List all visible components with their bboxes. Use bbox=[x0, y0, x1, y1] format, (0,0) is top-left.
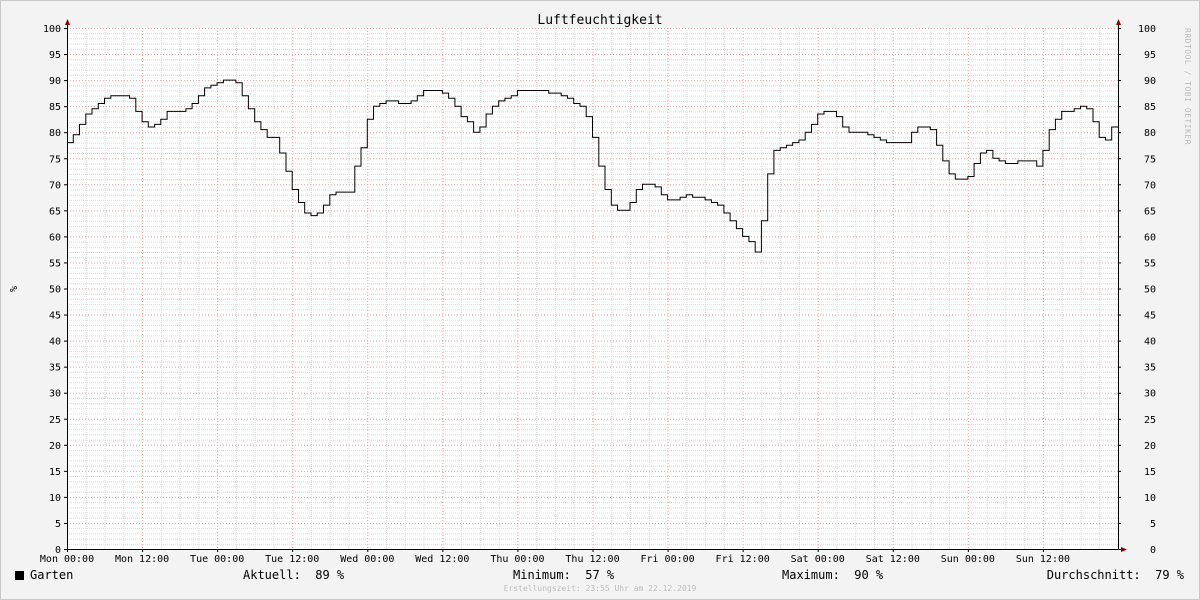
y-tick-label: 100 bbox=[43, 24, 61, 35]
y-tick-label: 50 bbox=[49, 285, 61, 296]
y-tick-label: 65 bbox=[1144, 206, 1156, 217]
legend-series-label: Garten bbox=[30, 568, 74, 582]
legend-swatch bbox=[15, 571, 24, 580]
y-tick-label: 20 bbox=[49, 441, 61, 452]
y-tick-label: 10 bbox=[1144, 493, 1156, 504]
legend-minimum: Minimum: 57 % bbox=[513, 568, 615, 582]
y-tick-label: 45 bbox=[49, 311, 61, 322]
y-tick-label: 40 bbox=[1144, 337, 1156, 348]
y-tick-label: 25 bbox=[49, 415, 61, 426]
y-tick-label: 60 bbox=[49, 232, 61, 243]
y-tick-label: 0 bbox=[1150, 545, 1156, 556]
y-tick-label: 100 bbox=[1138, 24, 1156, 35]
y-tick-label: 55 bbox=[49, 258, 61, 269]
x-tick-label: Tue 00:00 bbox=[190, 554, 244, 565]
y-tick-label: 90 bbox=[1144, 76, 1156, 87]
y-tick-label: 25 bbox=[1144, 415, 1156, 426]
y-tick-label: 15 bbox=[49, 467, 61, 478]
chart-title: Luftfeuchtigkeit bbox=[537, 13, 662, 28]
y-axis-title-left: % bbox=[7, 286, 18, 292]
y-tick-label: 35 bbox=[1144, 363, 1156, 374]
x-tick-label: Sat 00:00 bbox=[791, 554, 845, 565]
y-tick-label: 10 bbox=[49, 493, 61, 504]
y-tick-label: 35 bbox=[49, 363, 61, 374]
y-tick-label: 95 bbox=[1144, 50, 1156, 61]
rrdtool-watermark: RRDTOOL / TOBI OETIKER bbox=[1183, 28, 1192, 145]
x-tick-label: Sun 00:00 bbox=[941, 554, 995, 565]
x-tick-label: Tue 12:00 bbox=[265, 554, 319, 565]
y-tick-label: 95 bbox=[49, 50, 61, 61]
y-tick-label: 60 bbox=[1144, 232, 1156, 243]
y-tick-label: 90 bbox=[49, 76, 61, 87]
legend-average: Durchschnitt: 79 % bbox=[1046, 568, 1184, 582]
y-tick-label: 75 bbox=[49, 154, 61, 165]
x-tick-label: Mon 00:00 bbox=[40, 554, 94, 565]
y-tick-label: 70 bbox=[1144, 180, 1156, 191]
x-tick-label: Wed 12:00 bbox=[415, 554, 469, 565]
y-tick-label: 45 bbox=[1144, 311, 1156, 322]
x-tick-label: Sun 12:00 bbox=[1016, 554, 1070, 565]
y-tick-label: 80 bbox=[1144, 128, 1156, 139]
creation-timestamp: Erstellungszeit: 23:55 Uhr am 22.12.2019 bbox=[503, 584, 697, 593]
legend-maximum: Maximum: 90 % bbox=[782, 568, 884, 582]
x-axis-arrow bbox=[1121, 547, 1127, 552]
y-tick-label: 50 bbox=[1144, 285, 1156, 296]
y-tick-label: 20 bbox=[1144, 441, 1156, 452]
y-tick-label: 30 bbox=[1144, 389, 1156, 400]
x-tick-label: Fri 12:00 bbox=[716, 554, 770, 565]
humidity-chart: 0 5 10 15 20 25 30 35 40 45 50 55 60 65 70 75 80 85 90 95 10… bbox=[7, 13, 1156, 565]
y-tick-label: 70 bbox=[49, 180, 61, 191]
y-axis-labels-left: 0510152025303540455055606570758085909510… bbox=[43, 24, 61, 556]
x-tick-label: Sat 12:00 bbox=[866, 554, 920, 565]
x-tick-label: Wed 00:00 bbox=[340, 554, 394, 565]
x-tick-label: Thu 12:00 bbox=[565, 554, 619, 565]
y-axis-labels-right: 0 5 10 15 20 25 30 35 40 45 50 55 60 65 70 75 80 85 90 95 10… bbox=[1138, 24, 1156, 556]
legend-current: Aktuell: 89 % bbox=[243, 568, 345, 582]
x-tick-label: Fri 00:00 bbox=[640, 554, 694, 565]
y-tick-label: 75 bbox=[1144, 154, 1156, 165]
y-tick-label: 65 bbox=[49, 206, 61, 217]
y-tick-label: 5 bbox=[1150, 519, 1156, 530]
y-tick-label: 85 bbox=[49, 102, 61, 113]
x-axis-labels: Mon 00:00 Mon 12:00 Tue 00:00 Tue 12:00 Wed … bbox=[40, 554, 1070, 565]
x-tick-label: Thu 00:00 bbox=[490, 554, 544, 565]
x-tick-label: Mon 12:00 bbox=[115, 554, 169, 565]
y-tick-label: 55 bbox=[1144, 258, 1156, 269]
y-tick-label: 30 bbox=[49, 389, 61, 400]
y-tick-label: 15 bbox=[1144, 467, 1156, 478]
y-tick-label: 80 bbox=[49, 128, 61, 139]
y-tick-label: 85 bbox=[1144, 102, 1156, 113]
y-tick-label: 40 bbox=[49, 337, 61, 348]
legend-series: Garten bbox=[15, 568, 73, 582]
y-tick-label: 5 bbox=[55, 519, 61, 530]
y-axis-arrow-right bbox=[1116, 19, 1121, 25]
y-axis-arrow-left bbox=[65, 19, 70, 25]
